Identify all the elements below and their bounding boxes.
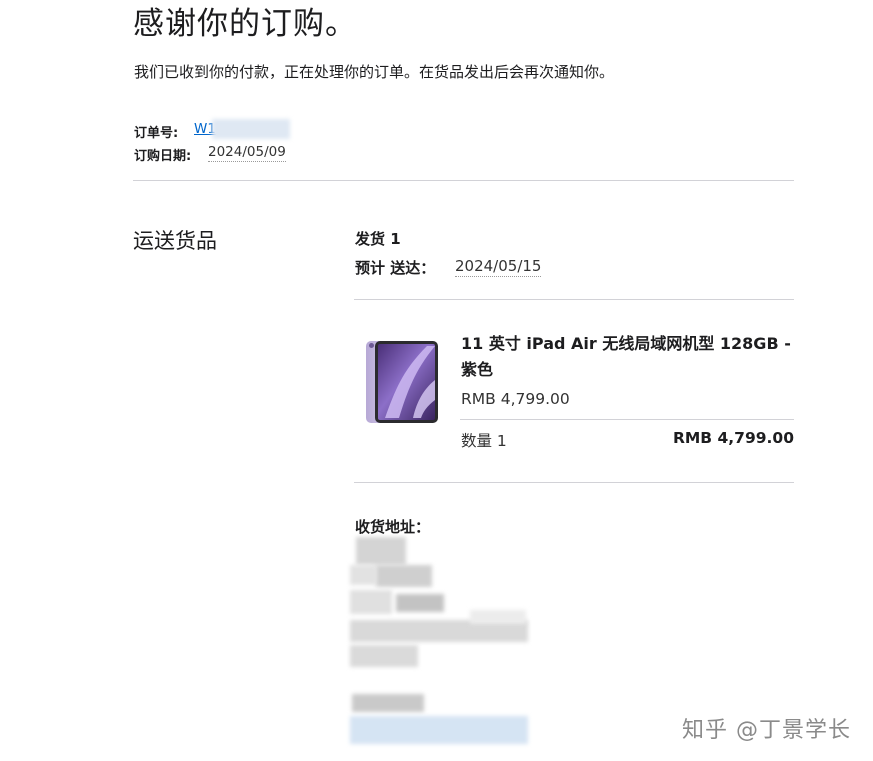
ipad-air-purple-icon	[366, 341, 438, 423]
product-unit-price: RMB 4,799.00	[461, 390, 570, 408]
delivery-eta-label: 预计 送达：	[355, 259, 436, 277]
order-number-redaction	[212, 119, 290, 139]
product-quantity: 数量 1	[461, 432, 507, 450]
product-total: RMB 4,799.00	[672, 429, 794, 447]
product-price-divider	[460, 419, 794, 420]
shipment-divider	[354, 299, 794, 300]
delivery-eta-value: 2024/05/15	[455, 257, 542, 277]
page-title: 感谢你的订购。	[133, 6, 357, 42]
watermark: 知乎 @丁景学长	[682, 718, 851, 743]
product-name[interactable]: 11 英寸 iPad Air 无线局域网机型 128GB - 紫色	[461, 331, 796, 383]
shipment-label: 发货 1	[355, 230, 401, 248]
product-divider	[354, 482, 794, 483]
header-divider	[133, 180, 794, 181]
order-date-label: 订购日期:	[134, 149, 192, 164]
order-date-value: 2024/05/09	[208, 144, 286, 162]
order-number-label: 订单号:	[134, 126, 179, 141]
product-image[interactable]	[365, 340, 439, 424]
shipping-section-title: 运送货品	[133, 229, 217, 253]
shipping-address-label: 收货地址：	[355, 518, 431, 536]
order-confirmation-message: 我们已收到你的付款，正在处理你的订单。在货品发出后会再次通知你。	[134, 63, 615, 81]
